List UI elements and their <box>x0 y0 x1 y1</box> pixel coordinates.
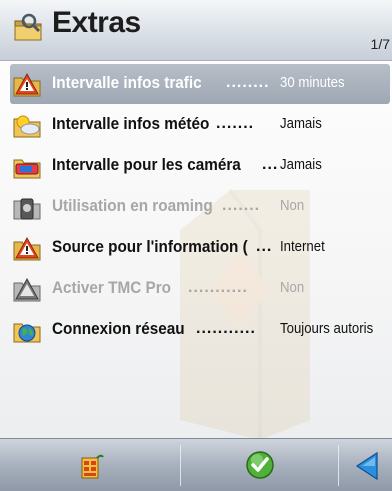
setting-row-info-source[interactable]: Source pour l'information ( ... Internet <box>0 228 392 268</box>
setting-value: Jamais <box>280 115 322 132</box>
extras-screen: Extras 1/7 Intervalle infos trafic .....… <box>0 0 392 491</box>
weather-icon <box>13 115 41 138</box>
setting-row-tmc-pro[interactable]: Activer TMC Pro ........... Non <box>0 269 392 309</box>
setting-label: Intervalle infos trafic <box>52 73 202 92</box>
page-indicator: 1/7 <box>370 36 390 52</box>
leader-dots: ....... <box>216 115 255 132</box>
setting-value: Non <box>280 197 305 214</box>
traffic-warning-icon <box>13 72 41 97</box>
page-title: Extras <box>52 6 141 39</box>
setting-value: 30 minutes <box>280 74 345 91</box>
setting-row-traffic-interval[interactable]: Intervalle infos trafic ........ 30 minu… <box>10 64 390 104</box>
bottom-toolbar <box>0 438 392 491</box>
options-button[interactable] <box>0 439 180 491</box>
setting-value: Toujours autoris <box>280 320 374 337</box>
setting-value: Jamais <box>280 156 322 173</box>
info-source-warning-icon <box>13 236 41 261</box>
setting-value: Internet <box>280 238 325 255</box>
title-bar: Extras 1/7 <box>0 0 392 61</box>
leader-dots: ... <box>256 238 273 255</box>
leader-dots: ........ <box>226 74 270 91</box>
confirm-check-icon <box>246 451 274 479</box>
setting-label: Intervalle pour les caméra <box>52 155 241 174</box>
setting-label: Intervalle infos météo <box>52 114 210 133</box>
tmc-pro-icon <box>13 277 41 302</box>
leader-dots: ........... <box>196 320 256 337</box>
setting-row-weather-interval[interactable]: Intervalle infos météo ....... Jamais <box>0 105 392 145</box>
leader-dots: ........... <box>188 279 248 296</box>
leader-dots: ....... <box>222 197 261 214</box>
setting-row-network-connection[interactable]: Connexion réseau ........... Toujours au… <box>0 310 392 350</box>
leader-dots: ... <box>262 156 279 173</box>
setting-label: Utilisation en roaming <box>52 196 213 215</box>
setting-label: Source pour l'information ( <box>52 237 248 256</box>
setting-value: Non <box>280 279 305 296</box>
setting-row-roaming[interactable]: Utilisation en roaming ....... Non <box>0 187 392 227</box>
setting-row-camera-interval[interactable]: Intervalle pour les caméra ... Jamais <box>0 146 392 186</box>
settings-list: Intervalle infos trafic ........ 30 minu… <box>0 64 392 351</box>
extras-folder-icon <box>14 13 42 41</box>
setting-label: Connexion réseau <box>52 319 185 338</box>
confirm-button[interactable] <box>181 439 338 491</box>
roaming-phone-icon <box>13 198 41 220</box>
back-arrow-icon <box>355 451 378 481</box>
camera-icon <box>13 159 41 179</box>
back-button[interactable] <box>339 439 392 491</box>
network-globe-icon <box>13 323 41 343</box>
options-menu-icon <box>81 454 104 479</box>
setting-label: Activer TMC Pro <box>52 278 172 297</box>
